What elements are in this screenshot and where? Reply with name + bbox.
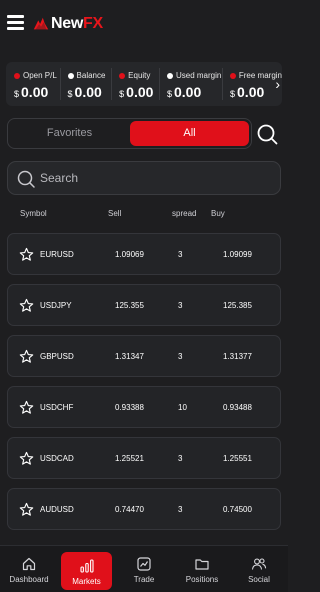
star-icon[interactable]	[19, 502, 34, 517]
sell-price[interactable]: 1.09069	[115, 250, 144, 259]
instrument-symbol: AUDUSD	[40, 505, 74, 514]
stat-currency: $	[119, 89, 125, 99]
stat-open-pl: Open P/L $0.00	[6, 62, 60, 106]
sell-price[interactable]: 125.355	[115, 301, 144, 310]
nav-item-social[interactable]: Social	[236, 546, 282, 592]
star-icon[interactable]	[19, 349, 34, 364]
stat-label: Used margin	[175, 71, 222, 80]
instrument-row[interactable]: USDCAD 1.25521 3 1.25551	[7, 437, 281, 479]
nav-label: Social	[248, 575, 270, 584]
home-icon	[22, 557, 36, 571]
instrument-row[interactable]: AUDUSD 0.74470 3 0.74500	[7, 488, 281, 530]
nav-label: Positions	[185, 575, 219, 584]
nav-label: Dashboard	[9, 575, 49, 584]
sell-price[interactable]: 1.31347	[115, 352, 144, 361]
bottom-navigation: Dashboard Markets Trade Positions Social	[0, 545, 288, 592]
instrument-symbol: GBPUSD	[40, 352, 74, 361]
people-icon	[251, 558, 267, 570]
brand-name-new: New	[51, 15, 83, 32]
stat-label: Open P/L	[23, 71, 57, 80]
search-placeholder: Search	[40, 171, 79, 185]
spread-value: 3	[178, 454, 183, 463]
account-stats-strip[interactable]: Open P/L $0.00 Balance $0.00 Equity $0.0…	[6, 62, 282, 106]
divider	[158, 68, 160, 100]
spread-value: 3	[178, 352, 183, 361]
status-dot	[14, 72, 20, 79]
stat-value: 0.00	[74, 84, 102, 100]
instrument-symbol: EURUSD	[40, 250, 74, 259]
spread-value: 3	[178, 505, 183, 514]
spread-value: 10	[178, 403, 187, 412]
buy-price[interactable]: 0.74500	[223, 505, 252, 514]
instrument-row[interactable]: USDCHF 0.93388 10 0.93488	[7, 386, 281, 428]
spread-value: 3	[178, 301, 183, 310]
status-dot	[119, 72, 126, 79]
brand-logo: NewFX	[32, 14, 103, 34]
star-icon[interactable]	[19, 400, 34, 415]
column-header-buy: Buy	[211, 209, 225, 218]
divider	[222, 68, 223, 100]
tab-all[interactable]: All	[130, 121, 249, 146]
logo-flame-icon	[33, 17, 49, 30]
stat-balance: Balance $0.00	[59, 62, 112, 106]
stat-value: 0.00	[174, 84, 202, 100]
status-dot	[230, 72, 236, 79]
stat-value: 0.00	[21, 84, 49, 100]
folder-icon	[195, 559, 209, 570]
stat-currency: $	[230, 89, 236, 99]
nav-item-trade[interactable]: Trade	[120, 546, 168, 592]
buy-price[interactable]: 0.93488	[223, 403, 252, 412]
star-icon[interactable]	[19, 298, 34, 313]
top-bar: NewFX	[0, 0, 288, 48]
divider	[59, 68, 61, 100]
nav-item-positions[interactable]: Positions	[176, 546, 228, 592]
stat-currency: $	[166, 89, 172, 99]
search-input[interactable]: Search	[7, 161, 281, 195]
instrument-row[interactable]: GBPUSD 1.31347 3 1.31377	[7, 335, 281, 377]
spread-value: 3	[178, 250, 183, 259]
bar-chart-icon	[79, 559, 94, 573]
buy-price[interactable]: 125.385	[223, 301, 252, 310]
instrument-row[interactable]: USDJPY 125.355 3 125.385	[7, 284, 281, 326]
instrument-symbol: USDJPY	[40, 301, 72, 310]
nav-item-markets[interactable]: Markets	[61, 552, 112, 590]
brand-name-fx: FX	[83, 15, 103, 32]
hamburger-menu-icon[interactable]	[7, 15, 24, 30]
sell-price[interactable]: 0.74470	[115, 505, 144, 514]
instrument-symbol: USDCAD	[40, 454, 74, 463]
buy-price[interactable]: 1.31377	[223, 352, 252, 361]
trade-chart-icon	[137, 557, 151, 571]
stat-value: 0.00	[126, 84, 154, 100]
market-tabs: Favorites All	[7, 118, 252, 149]
chevron-right-icon[interactable]: ›	[275, 76, 280, 92]
nav-label: Markets	[72, 577, 101, 586]
instrument-row[interactable]: EURUSD 1.09069 3 1.09099	[7, 233, 281, 275]
stat-label: Equity	[128, 71, 151, 80]
column-header-sell: Sell	[108, 209, 122, 218]
stat-currency: $	[14, 89, 20, 99]
column-header-spread: spread	[172, 209, 197, 218]
stat-equity: Equity $0.00	[111, 62, 159, 106]
stat-label: Balance	[76, 71, 106, 80]
search-icon[interactable]	[256, 123, 278, 145]
sell-price[interactable]: 0.93388	[115, 403, 144, 412]
stat-used-margin: Used margin $0.00	[158, 62, 222, 106]
sell-price[interactable]: 1.25521	[115, 454, 144, 463]
column-header-symbol: Symbol	[20, 209, 47, 218]
buy-price[interactable]: 1.25551	[223, 454, 252, 463]
instrument-symbol: USDCHF	[40, 403, 74, 412]
nav-label: Trade	[133, 575, 155, 584]
search-icon	[17, 170, 35, 188]
nav-item-dashboard[interactable]: Dashboard	[3, 546, 55, 592]
status-dot	[67, 72, 74, 79]
star-icon[interactable]	[19, 451, 34, 466]
stat-free-margin: Free margin $0.00	[222, 62, 282, 106]
stat-value: 0.00	[237, 84, 265, 100]
star-icon[interactable]	[19, 247, 34, 262]
divider	[111, 68, 113, 100]
buy-price[interactable]: 1.09099	[223, 250, 252, 259]
stat-currency: $	[67, 89, 73, 99]
tab-favorites[interactable]: Favorites	[11, 121, 128, 146]
status-dot	[166, 72, 173, 79]
